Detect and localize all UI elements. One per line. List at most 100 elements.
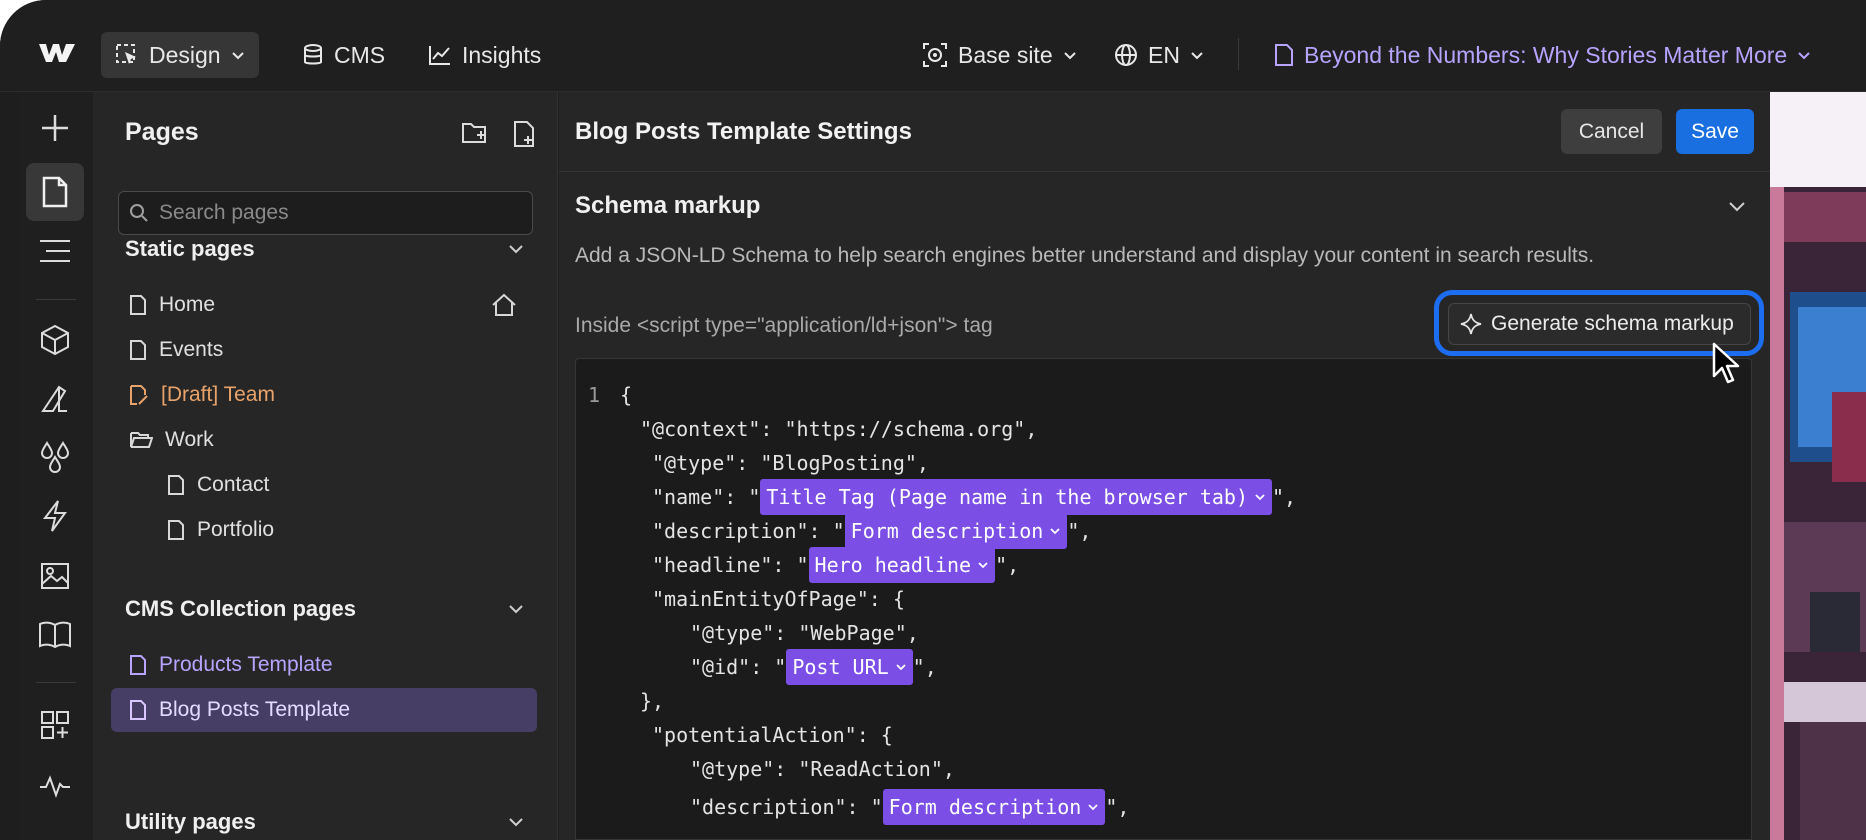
assets-icon (41, 563, 69, 589)
assets-button[interactable] (26, 546, 84, 604)
database-icon (304, 44, 322, 65)
save-button[interactable]: Save (1676, 109, 1754, 154)
template-settings-panel: Blog Posts Template Settings Cancel Save… (559, 92, 1770, 840)
dynamic-field-chip[interactable]: Form description (844, 513, 1068, 549)
cms-pages-section-header[interactable]: CMS Collection pages (125, 592, 525, 626)
style-selectors-button[interactable] (26, 370, 84, 428)
mouse-pointer-icon (1712, 342, 1740, 384)
search-pages-field[interactable] (118, 191, 533, 235)
code-line: "potentialAction": { (652, 717, 893, 753)
activity-button[interactable] (26, 757, 84, 815)
dynamic-field-chip[interactable]: Post URL (786, 649, 913, 685)
interactions-button[interactable] (26, 487, 84, 545)
page-icon (130, 295, 146, 315)
settings-title: Blog Posts Template Settings (575, 118, 912, 145)
chevron-down-icon (1088, 804, 1098, 811)
generate-schema-label: Generate schema markup (1491, 312, 1734, 335)
code-text: "@context": "https://schema.org", (640, 417, 1038, 441)
code-text: }, (640, 689, 665, 713)
search-pages-input[interactable] (159, 201, 499, 225)
generate-schema-button[interactable]: Generate schema markup (1448, 303, 1751, 345)
schema-code-editor[interactable]: 1 { "@context": "https://schema.org", "@… (575, 358, 1752, 840)
navigator-button[interactable] (26, 222, 84, 280)
new-page-icon[interactable] (513, 120, 537, 148)
code-line: "@type": "ReadAction", (690, 751, 955, 787)
design-mode-button[interactable]: Design (101, 32, 259, 78)
preview-image (1770, 92, 1866, 840)
cancel-button[interactable]: Cancel (1561, 109, 1662, 154)
script-tag-label: Inside <script type="application/ld+json… (575, 314, 993, 337)
add-elements-button[interactable] (26, 99, 84, 157)
code-text: ", (912, 655, 937, 679)
page-item-label: Products Template (159, 653, 333, 676)
page-item-portfolio[interactable]: Portfolio (167, 508, 274, 552)
page-item-label: Home (159, 293, 216, 316)
page-icon (168, 520, 184, 540)
components-icon (41, 324, 69, 356)
static-pages-heading: Static pages (125, 236, 255, 261)
cursor-select-icon (116, 44, 136, 64)
chip-label: Form description (888, 795, 1082, 819)
pages-panel: Pages Static pages Home Events [Draft] T… (93, 92, 558, 840)
site-selector-label: Base site (958, 41, 1053, 68)
pages-button[interactable] (26, 163, 84, 221)
current-page-selector[interactable]: Beyond the Numbers: Why Stories Matter M… (1260, 32, 1825, 78)
style-icon (41, 385, 67, 412)
chevron-down-icon[interactable] (1727, 196, 1747, 216)
design-mode-label: Design (149, 41, 221, 68)
code-text: "mainEntityOfPage": { (652, 587, 905, 611)
cms-mode-button[interactable]: CMS (288, 32, 399, 78)
code-line: "@id": " Post URL ", (690, 649, 937, 685)
rail-divider (36, 299, 76, 300)
rail-divider (36, 682, 76, 683)
locale-selector[interactable]: EN (1100, 32, 1218, 78)
dynamic-field-chip[interactable]: Form description (882, 789, 1106, 825)
current-page-label: Beyond the Numbers: Why Stories Matter M… (1304, 41, 1788, 68)
components-button[interactable] (26, 311, 84, 369)
cms-collections-button[interactable] (26, 605, 84, 663)
cms-book-icon (39, 621, 71, 648)
page-item-home[interactable]: Home (129, 283, 529, 327)
page-item-draft-team[interactable]: [Draft] Team (129, 373, 275, 417)
code-text: "name": " (652, 485, 761, 509)
locale-label: EN (1148, 41, 1180, 68)
app-window: Design CMS Insights Base site EN Beyond … (0, 0, 1866, 840)
canvas-preview[interactable] (1770, 92, 1866, 840)
insights-mode-button[interactable]: Insights (414, 32, 555, 78)
utility-pages-section-header[interactable]: Utility pages (125, 805, 525, 839)
variables-button[interactable] (26, 428, 84, 486)
apps-button[interactable] (26, 696, 84, 754)
static-pages-section-header[interactable]: Static pages (125, 232, 525, 266)
code-text: "@type": "WebPage", (690, 621, 919, 645)
webflow-logo-icon[interactable] (38, 42, 76, 64)
chip-label: Post URL (792, 655, 889, 679)
page-item-blog-posts-template[interactable]: Blog Posts Template (111, 688, 537, 732)
cms-pages-heading: CMS Collection pages (125, 596, 357, 621)
chevron-down-icon (978, 562, 988, 569)
code-line: "mainEntityOfPage": { (652, 581, 905, 617)
pages-panel-title: Pages (125, 118, 199, 146)
folder-item-work[interactable]: Work (129, 418, 214, 462)
dynamic-field-chip[interactable]: Title Tag (Page name in the browser tab) (760, 479, 1273, 515)
page-item-contact[interactable]: Contact (167, 463, 269, 507)
page-item-products-template[interactable]: Products Template (129, 643, 333, 687)
activity-icon (40, 775, 70, 798)
chevron-down-icon (1255, 494, 1265, 501)
cms-mode-label: CMS (334, 41, 386, 68)
new-folder-icon[interactable] (461, 120, 489, 146)
search-icon (130, 204, 148, 222)
code-line: { (620, 377, 632, 413)
top-bar: Design CMS Insights Base site EN Beyond … (0, 0, 1866, 92)
code-line: "name": " Title Tag (Page name in the br… (652, 479, 1296, 515)
page-icon (130, 655, 146, 675)
dynamic-field-chip[interactable]: Hero headline (808, 547, 996, 583)
code-text: "@type": "ReadAction", (690, 757, 955, 781)
page-item-events[interactable]: Events (129, 328, 223, 372)
draft-page-icon (130, 385, 148, 405)
code-line: }, (640, 683, 664, 719)
code-text: ", (995, 553, 1020, 577)
code-text: ", (1272, 485, 1297, 509)
site-selector[interactable]: Base site (908, 32, 1091, 78)
code-text: "potentialAction": { (652, 723, 893, 747)
navigator-icon (40, 240, 70, 262)
